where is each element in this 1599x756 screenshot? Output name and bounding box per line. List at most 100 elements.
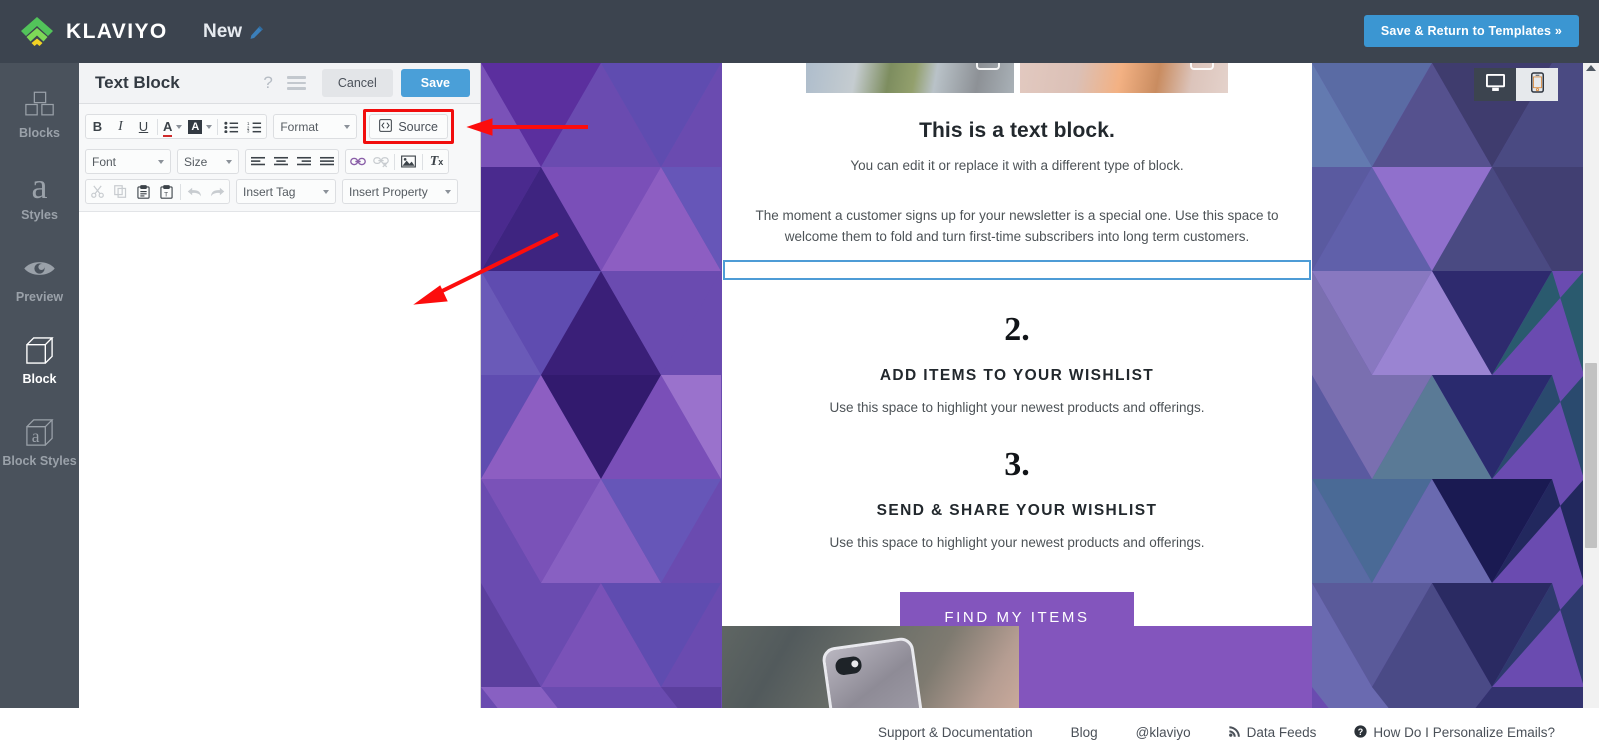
- bulleted-list-icon[interactable]: [220, 115, 243, 138]
- sidebar-item-block-styles[interactable]: a Block Styles: [0, 412, 79, 469]
- format-dropdown-label: Format: [280, 119, 319, 134]
- email-subheading[interactable]: You can edit it or replace it with a dif…: [722, 158, 1312, 173]
- pencil-icon[interactable]: [249, 24, 264, 39]
- footer-bar: Support & Documentation Blog @klaviyo Da…: [0, 708, 1599, 756]
- editor-content-area[interactable]: [79, 212, 480, 756]
- footer-link-support[interactable]: Support & Documentation: [878, 725, 1033, 740]
- toolbar-row-2: Font Size T x: [85, 149, 474, 174]
- paste-icon[interactable]: [132, 180, 155, 203]
- document-title-text: New: [203, 20, 243, 42]
- separator: [180, 183, 181, 200]
- source-code-icon: [379, 118, 393, 135]
- email-canvas: This is a text block. You can edit it or…: [481, 63, 1584, 708]
- align-left-icon[interactable]: [246, 150, 269, 173]
- bold-button[interactable]: B: [86, 115, 109, 138]
- chevron-down-icon: [344, 124, 351, 129]
- sidebar-label-block: Block: [22, 372, 57, 386]
- font-dropdown[interactable]: Font: [85, 149, 171, 174]
- email-paragraph[interactable]: The moment a customer signs up for your …: [722, 205, 1312, 247]
- align-right-icon[interactable]: [292, 150, 315, 173]
- step-number-2: 2.: [1004, 311, 1030, 348]
- chevron-down-icon: [206, 124, 213, 129]
- italic-button[interactable]: I: [109, 115, 132, 138]
- chevron-down-icon: [176, 124, 183, 129]
- cube-icon: [0, 330, 79, 370]
- save-button[interactable]: Save: [400, 69, 470, 97]
- sidebar-item-blocks[interactable]: Blocks: [0, 84, 79, 141]
- question-circle-icon: ?: [1354, 724, 1368, 741]
- phone-graphic: [820, 636, 928, 708]
- footer-label: Support & Documentation: [878, 725, 1033, 740]
- numbered-list-icon[interactable]: 123: [243, 115, 266, 138]
- svg-text:a: a: [32, 426, 40, 446]
- scissors-icon: [86, 180, 109, 203]
- redo-icon: [206, 180, 229, 203]
- background-color-button[interactable]: A: [185, 115, 215, 138]
- desktop-view-button[interactable]: [1474, 68, 1516, 101]
- selected-text-block[interactable]: [723, 260, 1311, 280]
- toolbar-row-1: B I U A A 1 2 3 Format Source: [85, 109, 474, 144]
- scroll-up-arrow-icon[interactable]: [1586, 65, 1596, 71]
- sidebar-label-blocks: Blocks: [19, 126, 60, 140]
- mobile-phone-icon: [1530, 71, 1544, 98]
- phone-case-image: [722, 626, 1019, 708]
- source-button-highlight: Source: [363, 109, 454, 144]
- sidebar-item-block[interactable]: Block: [0, 330, 79, 387]
- blocks-icon: [0, 84, 79, 124]
- insert-tag-dropdown[interactable]: Insert Tag: [236, 179, 336, 204]
- chevron-down-icon: [445, 189, 451, 194]
- text-color-button[interactable]: A: [160, 115, 185, 138]
- sidebar-item-styles[interactable]: a Styles: [0, 166, 79, 223]
- step-title-3[interactable]: SEND & SHARE YOUR WISHLIST: [722, 502, 1312, 520]
- image-tag-icon: [1190, 63, 1214, 70]
- align-justify-icon[interactable]: [315, 150, 338, 173]
- email-heading[interactable]: This is a text block.: [722, 119, 1312, 143]
- footer-link-blog[interactable]: Blog: [1071, 725, 1098, 740]
- separator: [217, 118, 219, 135]
- align-center-icon[interactable]: [269, 150, 292, 173]
- chevron-down-icon: [323, 189, 329, 194]
- link-icon[interactable]: [346, 150, 369, 173]
- brand[interactable]: KLAVIYO: [17, 15, 169, 49]
- view-mode-toggle: [1474, 68, 1558, 101]
- question-mark-icon[interactable]: ?: [263, 73, 272, 93]
- save-return-to-templates-button[interactable]: Save & Return to Templates »: [1363, 15, 1579, 47]
- source-button[interactable]: Source: [369, 114, 448, 139]
- insert-property-dropdown[interactable]: Insert Property: [342, 179, 458, 204]
- underline-button[interactable]: U: [132, 115, 155, 138]
- sidebar-item-preview[interactable]: Preview: [0, 248, 79, 305]
- email-preview: This is a text block. You can edit it or…: [722, 63, 1312, 708]
- cancel-button[interactable]: Cancel: [321, 69, 393, 97]
- editor-toolbar: B I U A A 1 2 3 Format Source Font Size …: [79, 104, 480, 212]
- mobile-view-button[interactable]: [1516, 68, 1558, 101]
- image-icon[interactable]: [397, 150, 420, 173]
- remove-format-icon[interactable]: Tx: [425, 150, 448, 173]
- step-title-2[interactable]: ADD ITEMS TO YOUR WISHLIST: [722, 367, 1312, 385]
- size-dropdown-label: Size: [184, 154, 208, 169]
- format-dropdown[interactable]: Format: [273, 114, 358, 139]
- hamburger-menu-icon[interactable]: [286, 73, 306, 93]
- font-dropdown-label: Font: [92, 154, 117, 169]
- rss-icon: [1228, 725, 1241, 740]
- editor-title: Text Block: [95, 73, 180, 92]
- step-caption-3[interactable]: Use this space to highlight your newest …: [722, 535, 1312, 550]
- footer-label: @klaviyo: [1135, 725, 1191, 740]
- footer-link-twitter[interactable]: @klaviyo: [1136, 725, 1191, 740]
- separator: [157, 118, 158, 135]
- top-bar: KLAVIYO New Save & Return to Templates »: [0, 0, 1599, 63]
- document-title[interactable]: New: [203, 21, 264, 43]
- sidebar-label-block-styles: Block Styles: [2, 454, 77, 468]
- step-caption-2[interactable]: Use this space to highlight your newest …: [722, 400, 1312, 415]
- left-sidebar: Blocks a Styles Preview Block a Block St…: [0, 63, 90, 756]
- scrollbar-thumb[interactable]: [1585, 363, 1597, 548]
- footer-link-data-feeds[interactable]: Data Feeds: [1228, 725, 1316, 740]
- vertical-scrollbar[interactable]: [1583, 63, 1599, 708]
- chevron-down-icon: [226, 159, 232, 164]
- size-dropdown[interactable]: Size: [177, 149, 239, 174]
- footer-link-personalize[interactable]: ? How Do I Personalize Emails?: [1354, 724, 1555, 741]
- paste-as-text-icon[interactable]: T: [155, 180, 178, 203]
- email-top-images: [722, 63, 1312, 93]
- insert-property-label: Insert Property: [349, 184, 428, 199]
- insert-tag-label: Insert Tag: [243, 184, 296, 199]
- footer-label: Blog: [1070, 725, 1098, 740]
